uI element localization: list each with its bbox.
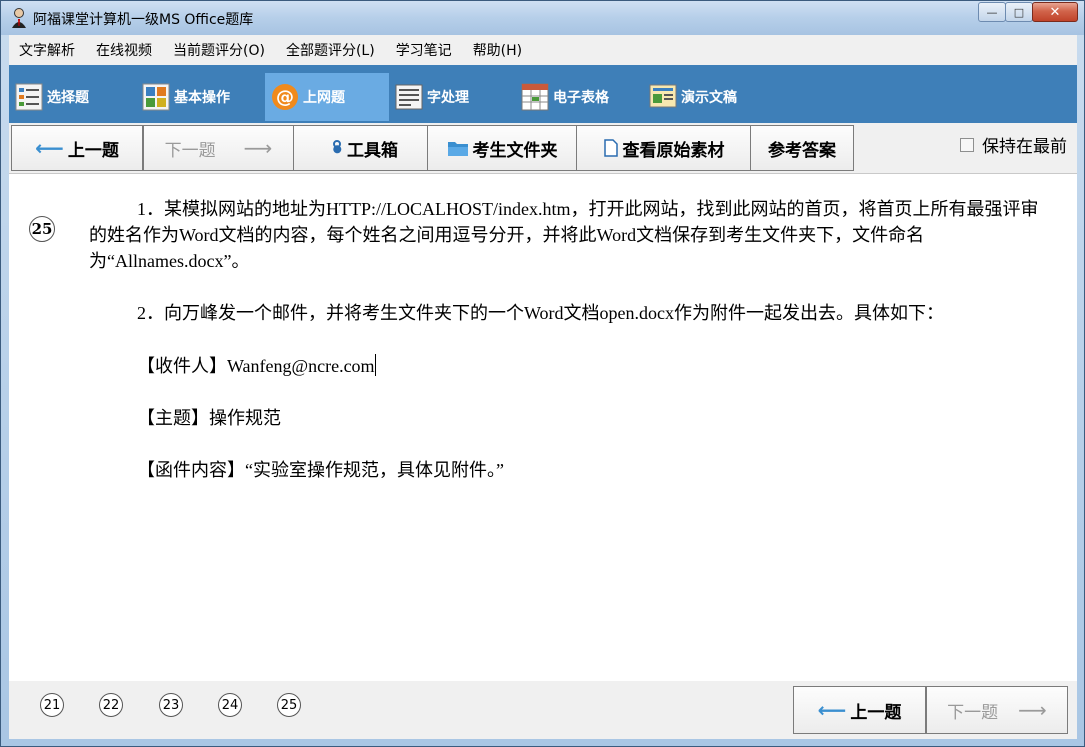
email-recipient-line: 【收件人】Wanfeng@ncre.com (137, 352, 376, 378)
arrow-right-icon: ⟶ (1018, 698, 1047, 722)
question-link-24[interactable]: 24 (218, 693, 242, 717)
maximize-icon: □ (1013, 5, 1025, 19)
folder-icon (447, 142, 468, 156)
window-controls: — □ ✕ (978, 2, 1078, 22)
module-excel[interactable]: 电子表格 (521, 73, 645, 121)
bottom-next-label: 下一题 (947, 702, 999, 723)
module-label: 基本操作 (174, 90, 230, 106)
keep-on-top-checkbox[interactable] (960, 137, 974, 152)
arrow-left-icon: ⟵ (817, 698, 847, 722)
keep-on-top-label: 保持在最前 (982, 137, 1067, 157)
menu-study-notes[interactable]: 学习笔记 (396, 40, 452, 60)
answer-label: 参考答案 (768, 140, 836, 161)
menu-bar: 文字解析 在线视频 当前题评分(O) 全部题评分(L) 学习笔记 帮助(H) (9, 35, 1077, 65)
question-link-22[interactable]: 22 (99, 693, 123, 717)
module-label: 上网题 (303, 90, 345, 106)
module-ppt[interactable]: 演示文稿 (649, 73, 773, 121)
folder-label: 考生文件夹 (472, 140, 558, 161)
next-label: 下一题 (164, 140, 216, 161)
module-word[interactable]: 字处理 (395, 73, 515, 121)
document-icon (395, 84, 423, 110)
answer-button[interactable]: 参考答案 (750, 125, 854, 171)
close-button[interactable]: ✕ (1032, 2, 1078, 22)
bottom-next-button[interactable]: 下一题 ⟶ (926, 686, 1068, 734)
recipient-text: 【收件人】Wanfeng@ncre.com (137, 356, 375, 376)
view-source-button[interactable]: 查看原始素材 (576, 125, 751, 171)
svg-text:@: @ (276, 87, 294, 108)
bottom-prev-button[interactable]: ⟵ 上一题 (793, 686, 926, 734)
menu-text-analysis[interactable]: 文字解析 (19, 40, 75, 60)
spreadsheet-icon (521, 83, 549, 111)
app-window: 阿福课堂计算机一级MS Office题库 — □ ✕ 文字解析 在线视频 当前题… (0, 0, 1085, 747)
module-basic-ops[interactable]: 基本操作 (142, 73, 262, 121)
question-number-badge: 25 (29, 216, 55, 242)
bottom-bar: 21 22 23 24 25 ⟵ 上一题 下一题 ⟶ (9, 681, 1077, 739)
module-toolbar: 选择题 基本操作 @ 上网题 字处理 电子表格 演示文稿 (9, 65, 1077, 123)
grid-icon (142, 83, 170, 111)
question-paragraph-2: 2．向万峰发一个邮件，并将考生文件夹下的一个Word文档open.docx作为附… (137, 303, 945, 323)
module-label: 演示文稿 (681, 90, 737, 106)
question-link-21[interactable]: 21 (40, 693, 64, 717)
minimize-button[interactable]: — (978, 2, 1006, 22)
arrow-right-icon: ⟶ (243, 136, 273, 160)
at-icon: @ (272, 84, 298, 110)
menu-online-video[interactable]: 在线视频 (96, 40, 152, 60)
wrench-icon (326, 140, 342, 155)
close-icon: ✕ (1049, 4, 1061, 20)
title-bar: 阿福课堂计算机一级MS Office题库 — □ ✕ (1, 1, 1084, 35)
module-choice[interactable]: 选择题 (15, 73, 135, 121)
maximize-button[interactable]: □ (1005, 2, 1033, 22)
toolbox-label: 工具箱 (347, 140, 398, 161)
text-caret (374, 354, 376, 376)
menu-help[interactable]: 帮助(H) (473, 40, 522, 60)
window-title: 阿福课堂计算机一级MS Office题库 (33, 12, 254, 28)
bottom-prev-label: 上一题 (850, 702, 902, 723)
module-label: 选择题 (47, 90, 89, 106)
examinee-folder-button[interactable]: 考生文件夹 (427, 125, 577, 171)
keep-on-top-toggle[interactable]: 保持在最前 (960, 132, 1067, 157)
next-question-button[interactable]: 下一题 ⟶ (143, 125, 294, 171)
arrow-left-icon: ⟵ (35, 136, 64, 160)
question-content[interactable]: 25 1．某模拟网站的地址为HTTP://LOCALHOST/index.htm… (9, 173, 1077, 681)
list-icon (15, 83, 43, 111)
file-icon (603, 139, 618, 157)
prev-question-button[interactable]: ⟵ 上一题 (11, 125, 143, 171)
presentation-icon (649, 84, 677, 108)
minimize-icon: — (986, 5, 998, 19)
email-subject-line: 【主题】操作规范 (137, 408, 281, 428)
toolbox-button[interactable]: 工具箱 (293, 125, 428, 171)
question-link-25[interactable]: 25 (277, 693, 301, 717)
module-label: 字处理 (427, 90, 469, 106)
module-label: 电子表格 (553, 90, 609, 106)
menu-score-all[interactable]: 全部题评分(L) (286, 40, 375, 60)
prev-label: 上一题 (67, 140, 119, 161)
navigation-bar: ⟵ 上一题 下一题 ⟶ 工具箱 考生文件夹 查看原始素材 参考答案 保持在最前 (9, 123, 1077, 173)
view-source-label: 查看原始素材 (622, 140, 725, 161)
question-paragraph-1: 1．某模拟网站的地址为HTTP://LOCALHOST/index.htm，打开… (89, 199, 1039, 271)
person-icon (12, 8, 26, 28)
module-internet[interactable]: @ 上网题 (265, 73, 389, 121)
email-body-line: 【函件内容】“实验室操作规范，具体见附件。” (137, 460, 504, 480)
menu-score-current[interactable]: 当前题评分(O) (173, 40, 265, 60)
question-link-23[interactable]: 23 (159, 693, 183, 717)
